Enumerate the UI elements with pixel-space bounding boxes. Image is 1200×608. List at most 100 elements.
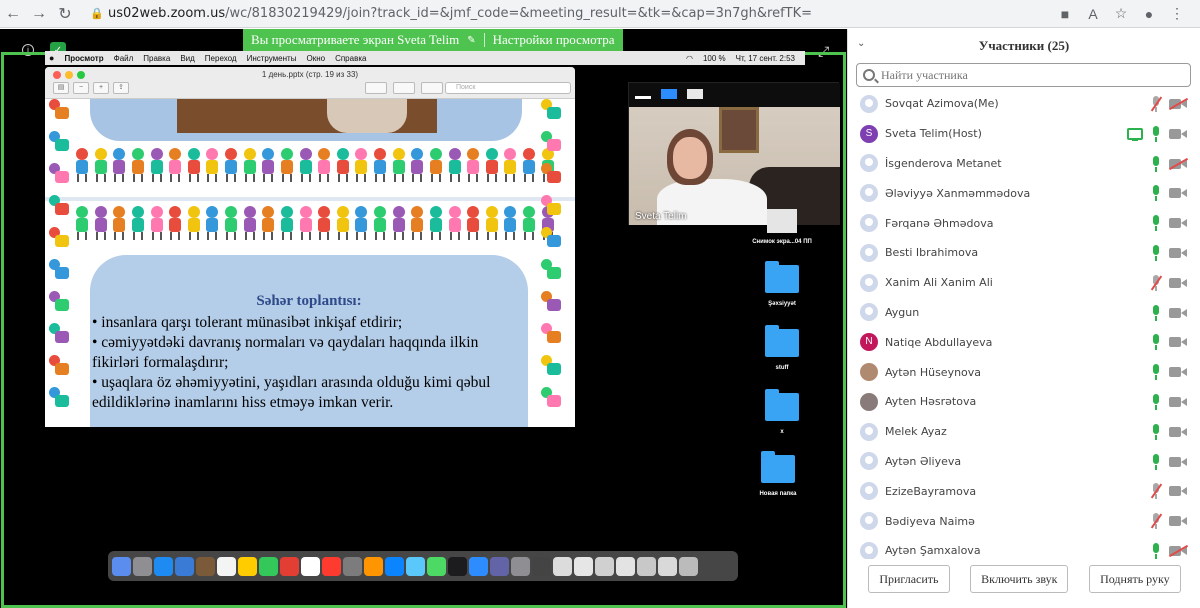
kid-figure — [336, 148, 350, 182]
kid-figure — [541, 99, 563, 125]
camera-icon — [1169, 485, 1187, 497]
participant-row[interactable]: Ələviyyə Xanməmmədova — [848, 178, 1200, 208]
desktop-folder-shexsiyyet[interactable]: Şəxsiyyət — [752, 261, 812, 307]
camera-icon[interactable]: ■ — [1056, 6, 1074, 22]
participant-row[interactable]: Aytən Əliyeva — [848, 447, 1200, 477]
account-icon[interactable]: ● — [1140, 6, 1158, 22]
desktop-screenshot-file[interactable]: Снимок экра...04 ПП — [752, 209, 812, 245]
participant-row[interactable]: EzizeBayramova — [848, 476, 1200, 506]
dock-app-icon — [385, 556, 404, 576]
kid-figure — [317, 206, 331, 240]
participant-row[interactable]: Xanim Ali Xanim Ali — [848, 268, 1200, 298]
kid-figure — [168, 206, 182, 240]
slide-photo — [177, 99, 437, 133]
participant-name: Aytən Şamxalova — [885, 544, 981, 558]
participant-search[interactable] — [856, 63, 1191, 87]
participant-row[interactable]: Aytən Şamxalova — [848, 536, 1200, 559]
participant-row[interactable]: Besti Ibrahimova — [848, 238, 1200, 268]
dock-app-icon — [238, 556, 257, 576]
highlight-icon — [421, 82, 443, 94]
camera-icon — [1169, 247, 1187, 259]
kid-figure — [541, 323, 563, 349]
zoom-in-icon: + — [93, 82, 109, 94]
avatar — [860, 452, 878, 471]
share-banner: Вы просматриваете экран Sveta Telim ✎ На… — [243, 29, 623, 51]
desktop-folder-stuff[interactable]: stuff — [752, 325, 812, 371]
invite-button[interactable]: Пригласить — [868, 565, 950, 593]
kid-figure — [187, 148, 201, 182]
address-bar[interactable]: 🔒 us02web.zoom.us /wc/81830219429/join?t… — [90, 3, 1056, 25]
dock-app-icon — [301, 556, 320, 576]
desktop-folder-x[interactable]: x — [752, 389, 812, 435]
speaker-view-icon[interactable] — [661, 89, 677, 99]
pin-icon: ✎ — [467, 34, 476, 46]
avatar — [860, 214, 878, 233]
kid-figure — [49, 227, 71, 253]
share-doc-icon: ⇪ — [113, 82, 129, 94]
back-icon[interactable]: ← — [0, 2, 26, 26]
dock-app-icon — [469, 556, 488, 576]
screenshot-thumb-icon — [767, 209, 797, 233]
menu-icon[interactable]: ⋮ — [1168, 5, 1186, 22]
participant-row[interactable]: Aytən Hüseynova — [848, 357, 1200, 387]
kids-border-top — [75, 147, 555, 183]
share-banner-text: Вы просматриваете экран Sveta Telim — [251, 32, 460, 47]
kid-figure — [112, 148, 126, 182]
slide-heading: Səhər toplantısı: — [256, 293, 362, 309]
reload-icon[interactable]: ↻ — [52, 2, 78, 26]
markup-icon — [365, 82, 387, 94]
gallery-view-icon[interactable] — [687, 89, 703, 99]
menu-item: Переход — [204, 53, 237, 63]
participant-row[interactable]: N Natiqe Abdullayeva — [848, 327, 1200, 357]
desktop-item-label: Новая папка — [759, 491, 797, 497]
speaker-video[interactable]: Sveta Telim — [628, 82, 840, 225]
slide-line: • insanlara qarşı tolerant münasibət ink… — [92, 314, 403, 331]
kid-figure — [224, 206, 238, 240]
apple-icon: ● — [49, 53, 55, 63]
camera-icon — [1169, 277, 1187, 289]
participant-row[interactable]: Melek Ayaz — [848, 417, 1200, 447]
kid-figure — [150, 148, 164, 182]
url-path: /wc/81830219429/join?track_id=&jmf_code=… — [225, 6, 813, 21]
unmute-button[interactable]: Включить звук — [970, 565, 1069, 593]
slide-content-card: Səhər toplantısı: • insanlara qarşı tole… — [90, 255, 528, 427]
slide-text: • insanlara qarşı tolerant münasibət ink… — [92, 313, 522, 413]
raise-hand-button[interactable]: Поднять руку — [1089, 565, 1181, 593]
kid-figure — [354, 206, 368, 240]
participant-row[interactable]: Bədiyeva Naimə — [848, 506, 1200, 536]
kid-figure — [261, 148, 275, 182]
star-icon[interactable]: ☆ — [1112, 5, 1130, 22]
kid-figure — [503, 206, 517, 240]
participant-row[interactable]: Aygun — [848, 298, 1200, 328]
participant-row[interactable]: Ayten Həsrətova — [848, 387, 1200, 417]
participant-row[interactable]: İsgenderova Metanet — [848, 149, 1200, 179]
translate-icon[interactable]: A — [1084, 6, 1102, 22]
kid-figure — [168, 148, 182, 182]
kid-figure — [522, 148, 536, 182]
participant-search-input[interactable] — [881, 67, 1161, 83]
participant-row[interactable]: S Sveta Telim(Host) — [848, 119, 1200, 149]
video-feed — [629, 107, 840, 225]
kid-figure — [112, 206, 126, 240]
avatar — [860, 482, 878, 501]
kid-figure — [392, 148, 406, 182]
desktop-item-label: Şəxsiyyət — [768, 301, 796, 307]
slide-line: • cəmiyyətdəki davranış normaları və qay… — [92, 334, 479, 351]
participant-name: Melek Ayaz — [885, 425, 947, 439]
participant-row[interactable]: Sovqat Azimova(Me) — [848, 89, 1200, 119]
camera-icon — [1169, 515, 1187, 527]
search-icon — [863, 69, 875, 81]
participants-title: Участники (25) — [978, 38, 1070, 53]
participant-row[interactable]: Fərqanə Əhmədova — [848, 208, 1200, 238]
mic-icon — [1151, 155, 1161, 172]
kid-figure — [448, 206, 462, 240]
minimize-video-icon[interactable] — [635, 96, 651, 99]
kid-figure — [541, 291, 563, 317]
avatar — [860, 541, 878, 559]
view-options-link[interactable]: Настройки просмотра — [493, 32, 615, 48]
forward-icon[interactable]: → — [26, 2, 52, 26]
kids-border-left — [49, 99, 79, 413]
screen-share-area: i ✓ Вы просматриваете экран Sveta Telim … — [0, 29, 847, 608]
mic-icon — [1151, 364, 1161, 381]
desktop-folder-new[interactable]: Новая папка — [748, 451, 808, 497]
